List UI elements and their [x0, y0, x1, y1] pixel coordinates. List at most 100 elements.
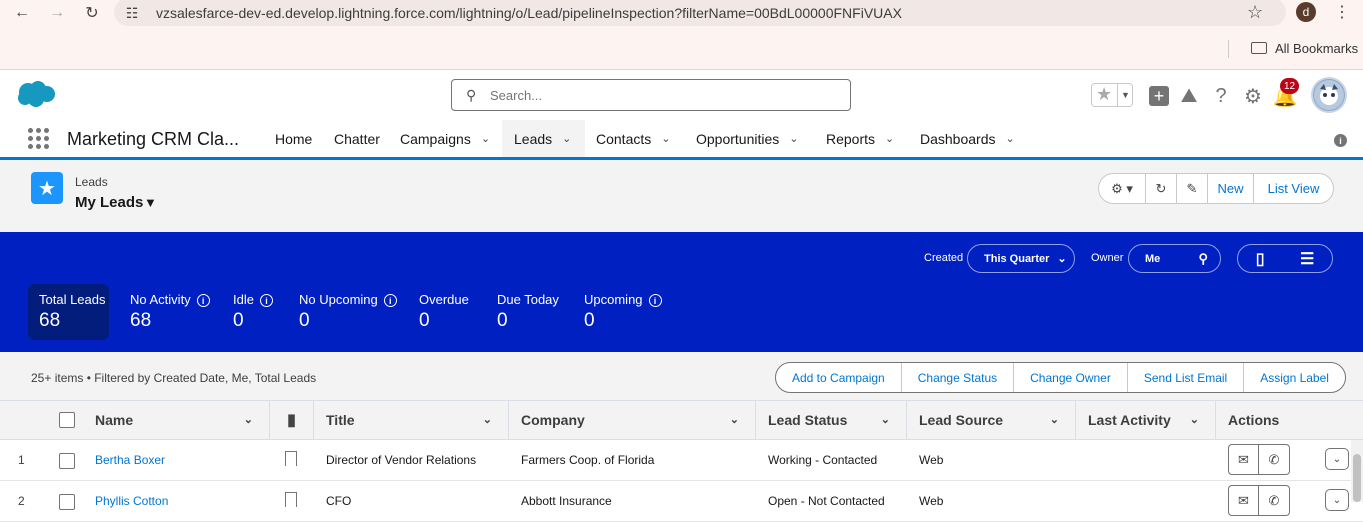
- row-actions-menu-icon[interactable]: ⌄: [1325, 448, 1349, 470]
- info-icon[interactable]: i: [259, 294, 273, 308]
- list-view-name[interactable]: My Leads: [75, 194, 143, 211]
- info-icon[interactable]: i: [383, 294, 397, 308]
- chevron-down-icon[interactable]: ⌄: [244, 413, 253, 426]
- back-icon[interactable]: ←: [12, 3, 32, 23]
- chevron-down-icon[interactable]: ⌄: [483, 413, 492, 426]
- global-actions-icon[interactable]: +: [1148, 85, 1170, 107]
- new-button[interactable]: New: [1207, 174, 1253, 203]
- setup-gear-icon[interactable]: ⚙: [1242, 85, 1264, 108]
- filter-icon[interactable]: ☰: [1300, 249, 1314, 269]
- assign-label-button[interactable]: Assign Label: [1243, 363, 1345, 392]
- nav-label: Home: [275, 130, 313, 147]
- app-name: Marketing CRM Cla...: [67, 129, 240, 149]
- info-icon[interactable]: i: [648, 294, 662, 308]
- nav-item-dashboards[interactable]: Dashboards ⌄: [920, 120, 1015, 157]
- stat-idle[interactable]: Idle i 0: [233, 284, 273, 340]
- column-header-lead-source[interactable]: Lead Source ⌄: [907, 400, 1076, 440]
- row-checkbox[interactable]: [59, 494, 75, 510]
- chevron-down-icon[interactable]: ⌄: [789, 132, 798, 145]
- send-list-email-button[interactable]: Send List Email: [1126, 363, 1243, 392]
- chevron-down-icon[interactable]: ⌄: [885, 132, 894, 145]
- row-checkbox[interactable]: [59, 453, 75, 469]
- reload-icon[interactable]: ↻: [82, 3, 102, 23]
- stat-no-activity[interactable]: No Activity i 68: [130, 284, 210, 340]
- created-filter-select[interactable]: This Quarter ⌄: [967, 244, 1075, 273]
- chevron-down-icon[interactable]: ⌄: [1006, 132, 1015, 145]
- list-view-settings-icon[interactable]: ⚙ ▾: [1099, 174, 1145, 203]
- chevron-down-icon[interactable]: ⌄: [481, 132, 490, 145]
- column-header-bookmark[interactable]: ▮: [270, 400, 314, 440]
- info-icon[interactable]: i: [1334, 134, 1347, 147]
- lead-name-link[interactable]: Phyllis Cotton: [95, 494, 168, 508]
- add-to-campaign-button[interactable]: Add to Campaign: [776, 363, 901, 392]
- column-header-company[interactable]: Company ⌄: [509, 400, 756, 440]
- user-avatar[interactable]: [1311, 77, 1347, 113]
- bookmark-icon[interactable]: [285, 451, 297, 466]
- nav-item-chatter[interactable]: Chatter: [334, 120, 380, 157]
- column-header-title[interactable]: Title ⌄: [314, 400, 509, 440]
- lead-name-link[interactable]: Bertha Boxer: [95, 453, 165, 467]
- row-actions-menu-icon[interactable]: ⌄: [1325, 489, 1349, 511]
- global-search[interactable]: ⚲ Search...: [451, 79, 851, 111]
- all-bookmarks-link[interactable]: All Bookmarks: [1275, 41, 1358, 56]
- owner-filter-input[interactable]: Me ⚲: [1128, 244, 1221, 273]
- stat-due-today[interactable]: Due Today 0: [497, 284, 559, 340]
- chevron-down-icon[interactable]: ⌄: [1190, 413, 1199, 426]
- site-info-icon[interactable]: ☷: [122, 3, 142, 23]
- help-icon[interactable]: ?: [1210, 85, 1232, 107]
- phone-icon[interactable]: ✆: [1259, 485, 1290, 516]
- column-header-lead-status[interactable]: Lead Status ⌄: [756, 400, 907, 440]
- chevron-down-icon[interactable]: ⌄: [881, 413, 890, 426]
- app-launcher-icon[interactable]: [28, 128, 50, 150]
- object-label: Leads: [75, 175, 108, 189]
- created-filter-value: This Quarter: [984, 252, 1050, 265]
- nav-item-campaigns[interactable]: Campaigns ⌄: [400, 120, 490, 157]
- stat-no-upcoming[interactable]: No Upcoming i 0: [299, 284, 397, 340]
- lead-source: Web: [919, 453, 944, 467]
- trailhead-icon[interactable]: ⛰: [1178, 85, 1200, 107]
- bookmark-icon[interactable]: ▯: [1256, 249, 1265, 269]
- url-text[interactable]: vzsalesfarce-dev-ed.develop.lightning.fo…: [156, 5, 902, 21]
- nav-item-leads[interactable]: Leads ⌄: [502, 120, 585, 160]
- profile-avatar[interactable]: d: [1296, 2, 1316, 22]
- stat-label: Total Leads: [39, 292, 106, 307]
- table-scrollbar[interactable]: [1351, 440, 1363, 502]
- stat-overdue[interactable]: Overdue 0: [419, 284, 469, 340]
- forward-icon[interactable]: →: [47, 3, 67, 23]
- select-all-checkbox[interactable]: [59, 412, 75, 428]
- nav-item-contacts[interactable]: Contacts ⌄: [596, 120, 670, 157]
- change-owner-button[interactable]: Change Owner: [1013, 363, 1127, 392]
- list-view-picker-caret-icon[interactable]: ▼: [144, 195, 157, 210]
- info-icon[interactable]: i: [196, 294, 210, 308]
- nav-item-home[interactable]: Home: [275, 120, 312, 157]
- column-header-last-activity[interactable]: Last Activity ⌄: [1076, 400, 1216, 440]
- stat-label: Idle: [233, 292, 254, 307]
- refresh-icon[interactable]: ↻: [1145, 174, 1176, 203]
- chevron-down-icon[interactable]: ⌄: [562, 132, 571, 145]
- email-icon[interactable]: ✉: [1228, 444, 1259, 475]
- list-view-button[interactable]: List View: [1253, 174, 1333, 203]
- table-row: [0, 440, 1363, 481]
- chevron-down-icon[interactable]: ⌄: [1050, 413, 1059, 426]
- edit-pencil-icon[interactable]: ✎: [1176, 174, 1207, 203]
- bookmark-star-icon[interactable]: ☆: [1247, 2, 1263, 23]
- bookmark-icon[interactable]: [285, 492, 297, 507]
- stat-upcoming[interactable]: Upcoming i 0: [584, 284, 662, 340]
- salesforce-logo[interactable]: [16, 80, 56, 108]
- lead-status: Open - Not Contacted: [768, 494, 885, 508]
- scrollbar-thumb[interactable]: [1353, 454, 1361, 502]
- browser-menu-icon[interactable]: ⋮: [1334, 2, 1350, 22]
- owner-filter-value: Me: [1145, 252, 1161, 265]
- chevron-down-icon[interactable]: ⌄: [730, 413, 739, 426]
- column-header-name[interactable]: Name ⌄: [83, 400, 270, 440]
- phone-icon[interactable]: ✆: [1259, 444, 1290, 475]
- stat-value: 0: [584, 310, 595, 332]
- email-icon[interactable]: ✉: [1228, 485, 1259, 516]
- folder-icon[interactable]: [1251, 42, 1267, 54]
- chevron-down-icon[interactable]: ⌄: [661, 132, 670, 145]
- change-status-button[interactable]: Change Status: [900, 363, 1013, 392]
- favorites-button[interactable]: ★ ▼: [1091, 83, 1133, 107]
- nav-item-opportunities[interactable]: Opportunities ⌄: [696, 120, 799, 157]
- stat-total-leads[interactable]: Total Leads 68: [28, 284, 109, 340]
- nav-item-reports[interactable]: Reports ⌄: [826, 120, 894, 157]
